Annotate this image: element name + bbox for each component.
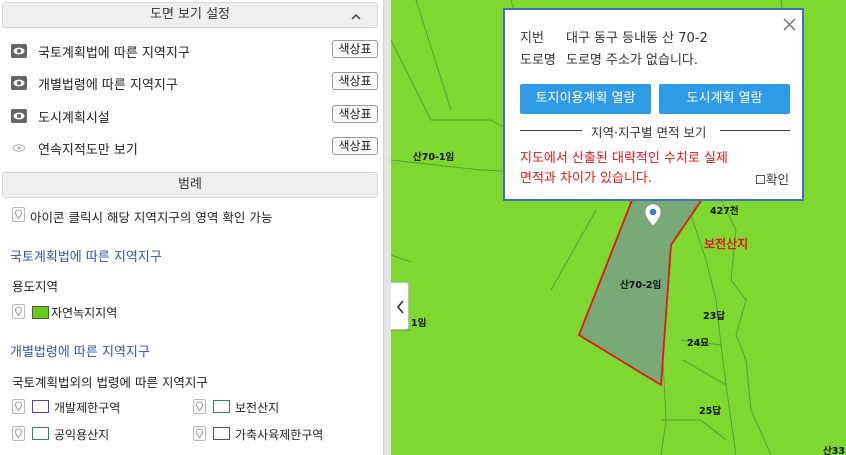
location-pin-icon[interactable] [12,399,25,414]
legend-item-label: 가축사육제한구역 [235,428,324,442]
land-use-subtitle: 용도지역 [12,279,59,294]
legend-item-label: 공익용산지 [54,428,110,442]
legend-header[interactable]: 범례 [2,172,378,198]
parcel-label: 산33 [823,446,845,455]
divider [520,130,582,131]
view-settings-title: 도면 보기 설정 [149,7,231,22]
layer-label: 개별법령에 따른 지역지구 [38,78,178,93]
location-pin-icon[interactable] [12,304,25,319]
legend-title: 범례 [178,177,202,192]
parcel-label: 427천 [710,206,739,217]
legend-item-label: 개발제한구역 [54,401,121,415]
parcel-info-popup: 지번 대구 동구 등내동 산 70-2 도로명 도로명 주소가 없습니다. 토지… [503,8,804,201]
public-mountain-swatch [32,427,49,440]
panel-collapse-toggle[interactable] [391,282,409,330]
conservation-mountain-swatch [213,400,230,413]
location-pin-icon[interactable] [12,426,25,441]
panel-scrollbar[interactable] [383,0,391,455]
natural-green-swatch [32,306,49,319]
layer-label: 연속지적도만 보기 [38,143,138,158]
development-restriction-swatch [32,400,49,413]
view-settings-header[interactable]: 도면 보기 설정 [2,2,378,28]
color-table-button[interactable]: 색상표 [332,105,378,123]
chevron-left-icon[interactable] [391,283,409,331]
location-pin-icon[interactable] [193,426,206,441]
land-use-plan-button[interactable]: 토지이용계획 열람 [520,84,651,114]
road-address-value: 도로명 주소가 없습니다. [566,53,698,68]
jibun-label: 지번 [520,31,544,46]
layer-row-national: 국토계획법에 따른 지역지구 색상표 [0,40,383,62]
layer-label: 국토계획법에 따른 지역지구 [38,46,190,61]
legend-note: 아이콘 클릭시 해당 지역지구의 영역 확인 가능 [30,210,273,225]
legend-item-label: 보전산지 [235,401,280,415]
chevron-up-icon[interactable] [351,12,361,22]
individual-subtitle: 국토계획법외의 법령에 따른 지역지구 [12,375,208,390]
close-icon[interactable] [783,18,796,31]
national-zones-title: 국토계획법에 따른 지역지구 [10,250,162,265]
parcel-label: 25답 [699,406,721,417]
color-table-button[interactable]: 색상표 [332,40,378,58]
eye-off-icon[interactable] [11,141,27,155]
parcel-label: 1임 [411,318,427,329]
layer-row-cadastral: 연속지적도만 보기 색상표 [0,137,383,159]
location-pin-icon [12,207,25,222]
layer-row-individual: 개별법령에 따른 지역지구 색상표 [0,72,383,94]
parcel-label: 산70-1임 [413,152,455,163]
jibun-value: 대구 동구 등내동 산 70-2 [566,31,708,46]
location-pin-icon[interactable] [193,399,206,414]
legend-item-label: 자연녹지지역 [51,306,118,320]
area-by-zone-heading[interactable]: 지역·지구별 면적 보기 [591,122,706,141]
confirm-label: 확인 [766,172,790,187]
eye-icon[interactable] [11,76,27,90]
checkbox-icon[interactable] [756,175,765,184]
side-panel: 도면 보기 설정 국토계획법에 따른 지역지구 색상표 개별법령에 따른 지역지… [0,0,383,455]
individual-zones-title: 개별법령에 따른 지역지구 [10,345,150,360]
livestock-restriction-swatch [213,427,230,440]
layer-label: 도시계획시설 [38,111,110,126]
zone-label: 보전산지 [704,237,749,251]
confirm-checkbox[interactable]: 확인 [756,169,789,188]
color-table-button[interactable]: 색상표 [332,72,378,90]
road-address-label: 도로명 [520,53,556,68]
warning-text: 지도에서 산출된 대략적인 수치로 실제 [520,151,728,166]
parcel-label: 23답 [703,311,725,322]
warning-text: 면적과 차이가 있습니다. [520,171,652,186]
parcel-label: 24묘 [687,338,709,349]
divider [720,130,790,131]
eye-icon[interactable] [11,109,27,123]
eye-icon[interactable] [11,44,27,58]
color-table-button[interactable]: 색상표 [332,137,378,155]
city-plan-button[interactable]: 도시계획 열람 [659,84,790,114]
parcel-label: 산70-2임 [620,280,662,291]
layer-row-urban-facility: 도시계획시설 색상표 [0,105,383,127]
